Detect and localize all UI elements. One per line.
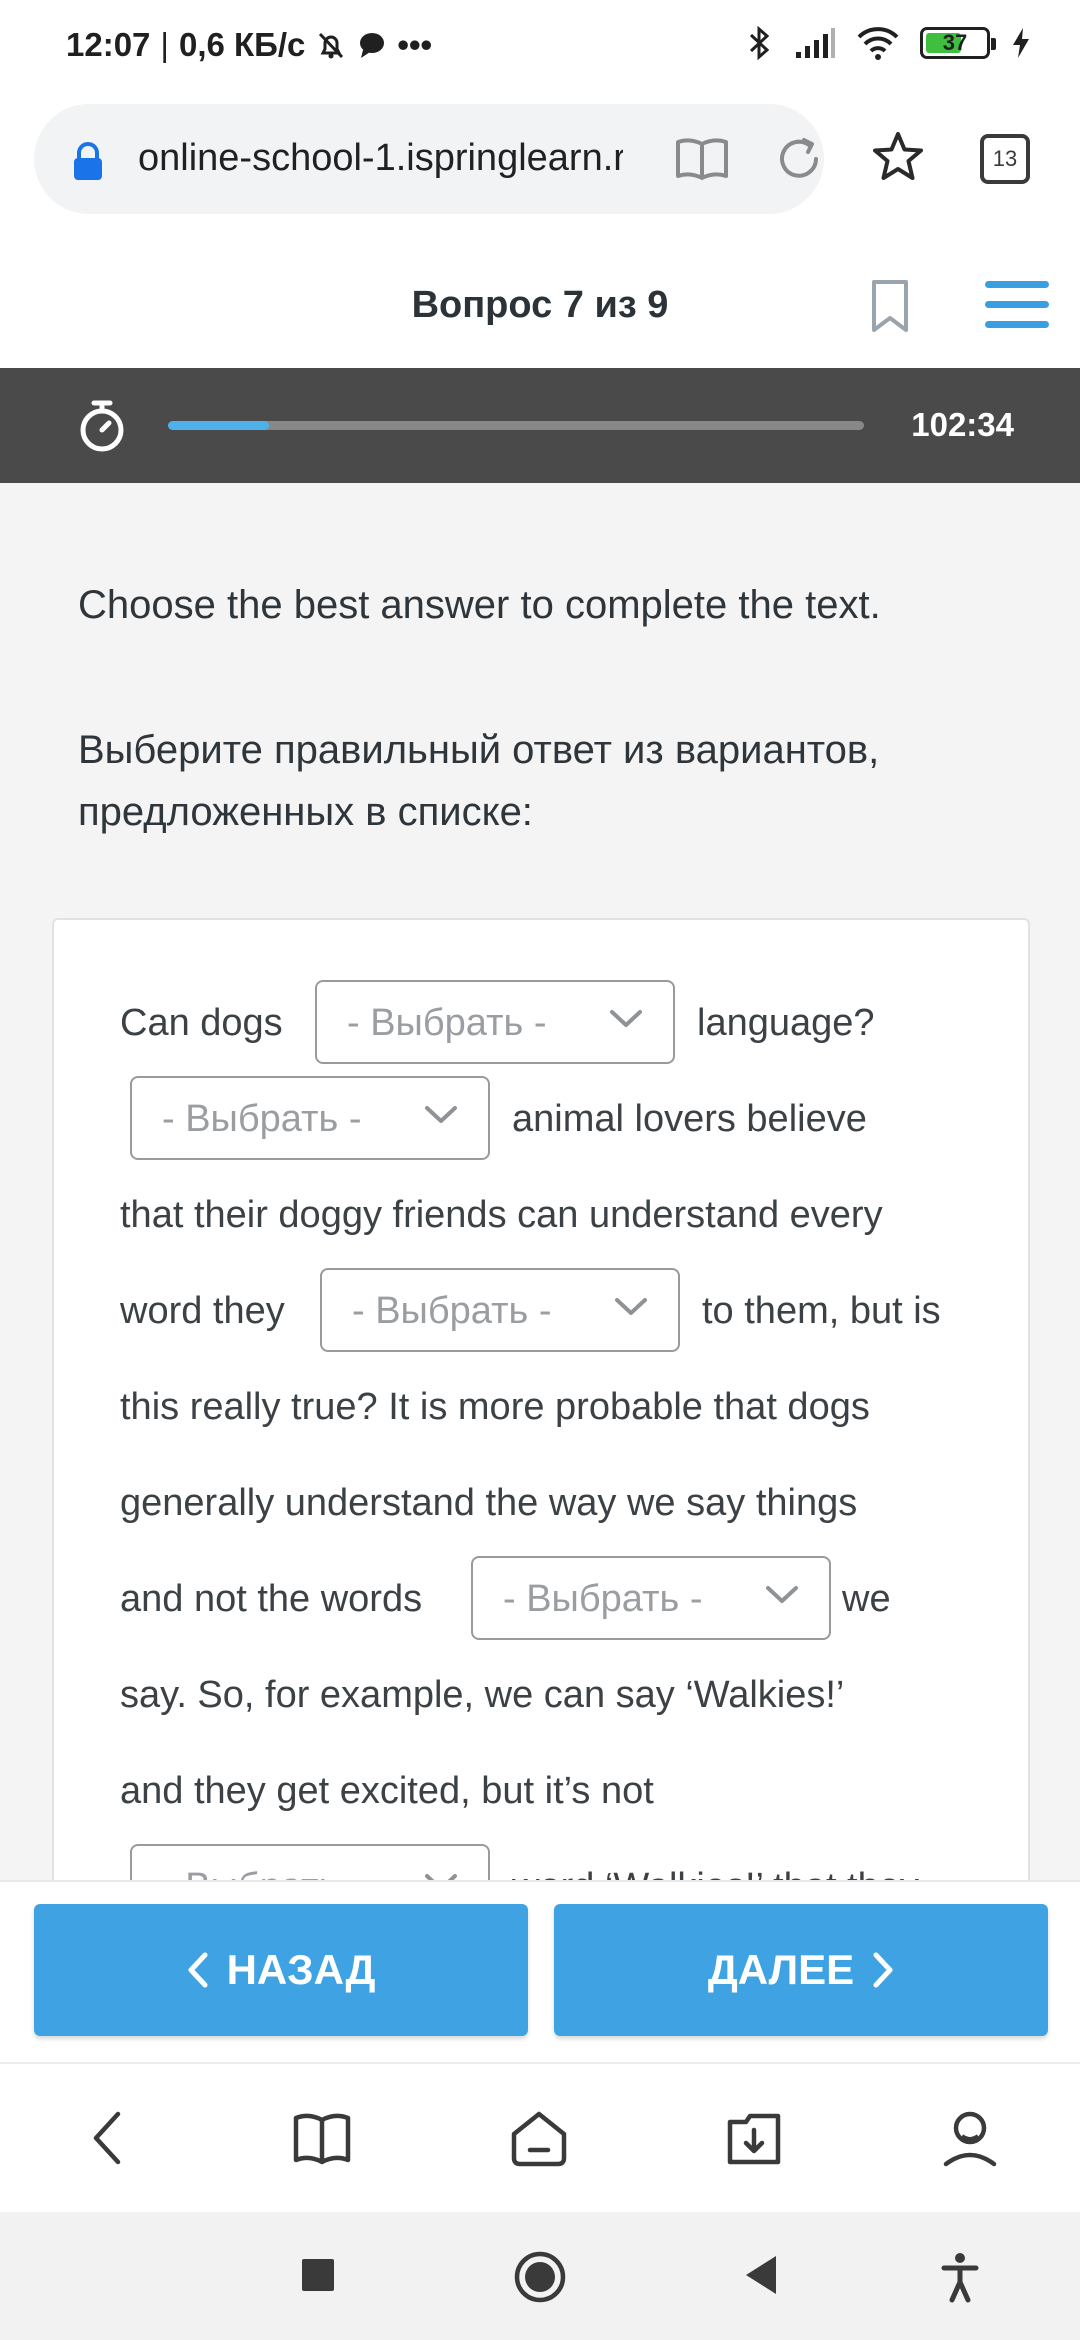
chevron-down-icon <box>425 1106 457 1123</box>
chevron-down-icon <box>425 1874 457 1880</box>
timer-bar: 102:34 <box>0 368 1080 483</box>
back-triangle-icon[interactable] <box>740 2250 780 2300</box>
chevron-down-icon <box>610 1010 642 1027</box>
next-button[interactable]: ДАЛЕЕ <box>554 1904 1048 2036</box>
chevron-down-icon <box>766 1586 798 1603</box>
wifi-icon <box>857 27 899 60</box>
text-segment: language? <box>697 1002 875 1044</box>
network-speed: 0,6 КБ/с <box>178 26 306 63</box>
reload-icon[interactable] <box>774 134 824 184</box>
downloads-icon[interactable] <box>724 2108 784 2168</box>
reader-mode-icon[interactable] <box>674 134 730 184</box>
home-button-icon[interactable] <box>512 2250 568 2304</box>
stopwatch-icon <box>80 400 124 452</box>
browser-toolbar: online-school-1.ispringlearn.ru 13 <box>0 96 1080 226</box>
time-progress-fill <box>168 421 269 430</box>
address-bar[interactable]: online-school-1.ispringlearn.ru <box>34 104 824 214</box>
tabs-count-button[interactable]: 13 <box>980 134 1030 184</box>
text-segment: say. So, for example, we can say ‘Walkie… <box>120 1674 845 1716</box>
status-time: 12:07 <box>66 26 151 63</box>
muted-bell-icon <box>319 32 344 59</box>
chevron-down-icon <box>615 1298 647 1315</box>
back-button[interactable]: НАЗАД <box>34 1904 528 2036</box>
dropdown-placeholder: - Выбрать - <box>162 1866 361 1880</box>
accessibility-icon[interactable] <box>940 2250 980 2304</box>
text-segment: this really true? It is more probable th… <box>120 1386 870 1428</box>
next-button-label: ДАЛЕЕ <box>707 1946 855 1993</box>
battery-indicator: 37 <box>920 27 996 59</box>
text-segment: and they get excited, but it’s not <box>120 1770 654 1812</box>
answer-dropdown-5[interactable]: - Выбрать - <box>130 1844 490 1880</box>
time-progress-bar <box>168 421 864 430</box>
quiz-navigation: НАЗАД ДАЛЕЕ <box>0 1880 1080 2062</box>
text-segment: and not the words <box>120 1578 423 1620</box>
dropdown-placeholder: - Выбрать - <box>503 1578 703 1620</box>
chevron-left-icon <box>188 1952 208 1988</box>
answer-dropdown-4[interactable]: - Выбрать - <box>471 1556 831 1640</box>
dropdown-placeholder: - Выбрать - <box>352 1290 552 1332</box>
question-card: Can dogs - Выбрать - language? - Выбрать… <box>52 918 1030 1880</box>
chevron-right-icon <box>873 1952 893 1988</box>
answer-dropdown-1[interactable]: - Выбрать - <box>315 980 675 1064</box>
chat-bubble-icon <box>360 33 385 58</box>
text-segment: to them, but is <box>702 1290 941 1332</box>
text-segment: animal lovers believe <box>512 1098 867 1140</box>
system-nav-bar <box>0 2212 1080 2340</box>
dropdown-placeholder: - Выбрать - <box>162 1098 362 1140</box>
more-notifications: ••• <box>397 26 433 63</box>
recent-apps-icon[interactable] <box>298 2250 338 2300</box>
instruction-russian: Выберите правильный ответ из вариантов, … <box>78 728 880 834</box>
text-segment: word ‘Walkies!’ that they <box>512 1866 919 1880</box>
battery-level: 37 <box>942 30 968 55</box>
dropdown-placeholder: - Выбрать - <box>347 1002 547 1044</box>
bookmark-icon[interactable] <box>868 278 912 334</box>
home-icon[interactable] <box>508 2108 570 2168</box>
text-segment: generally understand the way we say thin… <box>120 1482 858 1524</box>
bluetooth-icon <box>749 25 770 61</box>
instruction-english: Choose the best answer to complete the t… <box>78 583 881 627</box>
browser-bottom-nav <box>0 2062 1080 2212</box>
lock-icon <box>74 142 102 180</box>
answer-dropdown-3[interactable]: - Выбрать - <box>320 1268 680 1352</box>
status-left: 12:07 | 0,6 КБ/с ••• <box>66 26 432 64</box>
question-counter: Вопрос 7 из 9 <box>411 284 669 326</box>
profile-icon[interactable] <box>942 2108 998 2168</box>
text-segment: that their doggy friends can understand … <box>120 1194 883 1236</box>
menu-icon[interactable] <box>985 281 1049 341</box>
question-content: Choose the best answer to complete the t… <box>0 483 1080 1880</box>
status-bar: 12:07 | 0,6 КБ/с ••• 37 <box>0 0 1080 96</box>
tab-count: 13 <box>992 146 1018 171</box>
back-button-label: НАЗАД <box>226 1946 376 1993</box>
signal-icon <box>796 28 835 58</box>
timer-text: 102:34 <box>911 406 1014 443</box>
text-segment: Can dogs <box>120 1002 283 1044</box>
url-text[interactable]: online-school-1.ispringlearn.ru <box>138 137 623 180</box>
back-arrow-icon[interactable] <box>86 2108 130 2168</box>
text-segment: word they <box>120 1290 285 1332</box>
bookmarks-book-icon[interactable] <box>292 2108 352 2168</box>
text-segment: we <box>842 1578 891 1620</box>
answer-dropdown-2[interactable]: - Выбрать - <box>130 1076 490 1160</box>
status-right: 37 <box>744 24 1032 62</box>
quiz-header: Вопрос 7 из 9 <box>0 226 1080 368</box>
charging-bolt-icon <box>1013 28 1029 58</box>
status-separator: | <box>160 26 169 63</box>
star-icon[interactable] <box>870 130 926 184</box>
